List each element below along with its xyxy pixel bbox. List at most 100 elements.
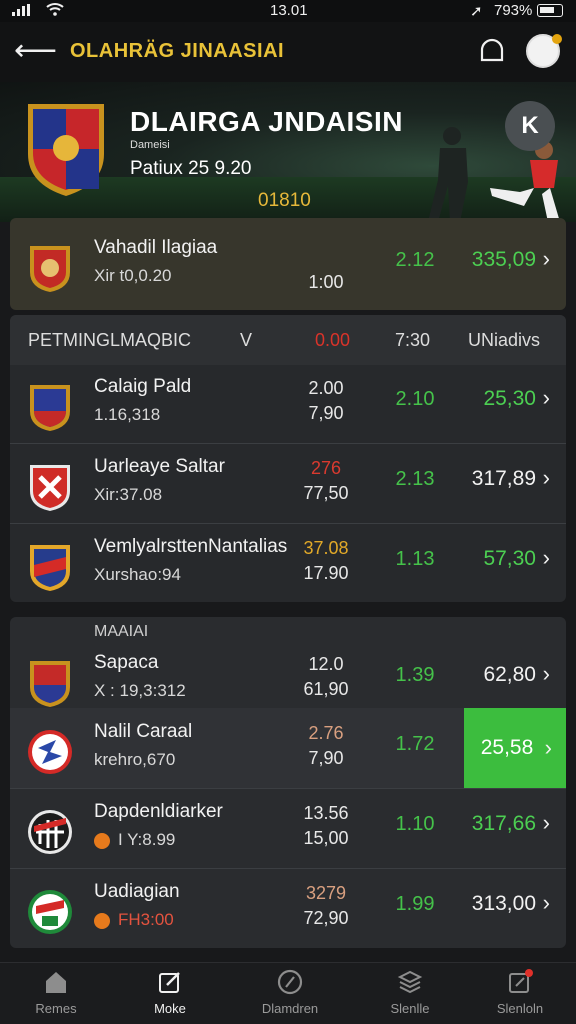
column-header: PETMINGLMAQBIC V 0.00 7:30 UNiadivs bbox=[10, 315, 566, 365]
match-price[interactable]: 57,30 bbox=[450, 545, 550, 571]
match-value: 13.56 bbox=[303, 803, 349, 823]
match-time: 72,90 bbox=[303, 908, 349, 928]
status-bar: 13.01 ➚ 793% bbox=[0, 0, 576, 22]
collapse-button[interactable]: K bbox=[505, 101, 555, 151]
nav-item-home[interactable]: Remes bbox=[6, 969, 106, 1016]
league-season: Patiux 25 9.20 bbox=[130, 158, 252, 179]
column-label-time: 7:30 bbox=[395, 330, 431, 350]
team-name: Sapaca bbox=[94, 652, 159, 673]
battery-percent: 793% bbox=[494, 2, 533, 19]
clock: 13.01 bbox=[270, 2, 308, 19]
nav-label: Slenloln bbox=[496, 1001, 544, 1016]
match-odd[interactable]: 2.13 bbox=[390, 468, 440, 491]
match-meta: Xurshao:94 bbox=[94, 565, 181, 584]
match-meta: Xir:37.08 bbox=[94, 485, 163, 504]
match-odd[interactable]: 1.13 bbox=[390, 548, 440, 571]
league-banner: DLAIRGA JNDAISIN Dameisi Patiux 25 9.20 … bbox=[0, 82, 576, 222]
wifi-icon bbox=[46, 3, 64, 16]
match-list-card-2: MAAIAI Sapaca X : 19,3:312 12.0 61,90 1.… bbox=[10, 617, 566, 948]
team-crest-icon bbox=[30, 246, 70, 292]
match-list-card: PETMINGLMAQBIC V 0.00 7:30 UNiadivs Cala… bbox=[10, 315, 566, 602]
match-row[interactable]: Uarleaye Saltar Xir:37.08 276 77,50 2.13… bbox=[10, 443, 566, 523]
match-meta: krehro,670 bbox=[94, 750, 176, 769]
match-odd[interactable]: 1.72 bbox=[390, 733, 440, 756]
match-value: 2.00 bbox=[308, 378, 344, 398]
player-silhouette bbox=[428, 127, 468, 222]
match-row[interactable]: Calaig Pald 1.16,318 2.00 7,90 2.10 25,3… bbox=[10, 363, 566, 443]
column-label-units: UNiadivs bbox=[468, 330, 541, 350]
match-odd[interactable]: 1.10 bbox=[390, 813, 440, 836]
page-title: OLAHRÄG JINAASIAI bbox=[70, 40, 285, 62]
match-meta: Xir t0,0.20 bbox=[94, 266, 172, 285]
league-subtitle: Dameisi bbox=[130, 139, 170, 151]
nav-item-moke[interactable]: Moke bbox=[120, 969, 220, 1016]
nav-label: Remes bbox=[35, 1001, 77, 1016]
match-price[interactable]: 25,30 bbox=[450, 385, 550, 411]
team-crest-icon bbox=[30, 465, 70, 511]
team-name: VemlyalrsttenNantalias bbox=[94, 536, 288, 557]
match-row[interactable]: Sapaca X : 19,3:312 12.0 61,90 1.39 62,8… bbox=[10, 639, 566, 719]
match-row[interactable]: Nalil Caraal krehro,670 2.76 7,90 1.72 2… bbox=[10, 708, 566, 788]
nav-item-slenloln[interactable]: Slenloln bbox=[470, 969, 570, 1016]
match-time: 77,50 bbox=[303, 483, 349, 503]
nav-label: Slenlle bbox=[390, 1001, 430, 1016]
league-title: DLAIRGA JNDAISIN bbox=[130, 106, 403, 137]
nav-label: Dlamdren bbox=[261, 1001, 319, 1016]
team-crest-icon bbox=[30, 661, 70, 707]
match-price[interactable]: 62,80 bbox=[450, 661, 550, 687]
featured-match-card[interactable]: Vahadil Ilagiaa Xir t0,0.20 1:00 2.12 33… bbox=[10, 218, 566, 310]
match-value: 37.08 bbox=[303, 538, 349, 558]
match-row[interactable]: Uadiagian FH3:00 3279 72,90 1.99 313,00 bbox=[10, 868, 566, 948]
match-value: 12.0 bbox=[308, 654, 344, 674]
team-name: Nalil Caraal bbox=[94, 721, 193, 742]
match-price[interactable]: 313,00 bbox=[450, 890, 550, 916]
match-odd[interactable]: 1.39 bbox=[390, 664, 440, 687]
match-time: 61,90 bbox=[303, 679, 349, 699]
column-label-v: V bbox=[240, 330, 253, 350]
location-icon: ➚ bbox=[470, 3, 483, 20]
chat-icon[interactable] bbox=[478, 38, 506, 66]
match-odd[interactable]: 2.12 bbox=[390, 249, 440, 272]
nav-item-dlamdren[interactable]: Dlamdren bbox=[240, 969, 340, 1016]
team-name: Vahadil Ilagiaa bbox=[94, 237, 218, 258]
match-price[interactable]: 317,66 bbox=[450, 810, 550, 836]
nav-item-slenlle[interactable]: Slenlle bbox=[360, 969, 460, 1016]
team-crest-icon bbox=[28, 890, 72, 934]
match-row[interactable]: Dapdenldiarker I Y:8.99 13.56 15,00 1.10… bbox=[10, 788, 566, 868]
profile-avatar[interactable] bbox=[526, 34, 562, 68]
live-icon bbox=[94, 913, 110, 929]
back-arrow-icon[interactable]: ⟵ bbox=[14, 36, 57, 68]
match-price-selected[interactable]: 25,58 bbox=[464, 708, 566, 788]
column-label-score: 0.00 bbox=[315, 330, 351, 350]
notes-icon bbox=[509, 969, 533, 993]
bottom-nav: Remes Moke Dlamdren Slenlle Slenloln bbox=[0, 962, 576, 1024]
match-odd[interactable]: 2.10 bbox=[390, 388, 440, 411]
match-value: 2.76 bbox=[308, 723, 344, 743]
live-icon bbox=[94, 833, 110, 849]
match-time: 1:00 bbox=[308, 272, 344, 292]
match-meta: 1.16,318 bbox=[94, 405, 161, 424]
match-row[interactable]: VemlyalrsttenNantalias Xurshao:94 37.08 … bbox=[10, 523, 566, 602]
team-crest-icon bbox=[30, 545, 70, 591]
team-name: Calaig Pald bbox=[94, 376, 192, 397]
stack-icon bbox=[397, 970, 423, 994]
match-time: 17.90 bbox=[303, 563, 349, 583]
featured-match-row[interactable]: Vahadil Ilagiaa Xir t0,0.20 1:00 2.12 33… bbox=[10, 224, 566, 304]
match-odd[interactable]: 1.99 bbox=[390, 893, 440, 916]
team-crest-icon bbox=[30, 385, 70, 431]
app-header: ⟵ OLAHRÄG JINAASIAI bbox=[0, 22, 576, 82]
match-time: 15,00 bbox=[303, 828, 349, 848]
signal-icon bbox=[12, 4, 30, 16]
match-price[interactable]: 335,09 bbox=[450, 246, 550, 272]
team-name: Dapdenldiarker bbox=[94, 801, 223, 822]
team-name: Uarleaye Saltar bbox=[94, 456, 225, 477]
match-time: 7,90 bbox=[308, 748, 344, 768]
home-icon bbox=[46, 972, 66, 993]
match-value: 276 bbox=[310, 458, 342, 478]
match-price[interactable]: 317,89 bbox=[450, 465, 550, 491]
team-crest-icon bbox=[28, 730, 72, 774]
edit-icon bbox=[159, 972, 180, 993]
team-name: Uadiagian bbox=[94, 881, 180, 902]
team-crest-icon bbox=[28, 810, 72, 854]
notification-dot bbox=[552, 34, 562, 44]
